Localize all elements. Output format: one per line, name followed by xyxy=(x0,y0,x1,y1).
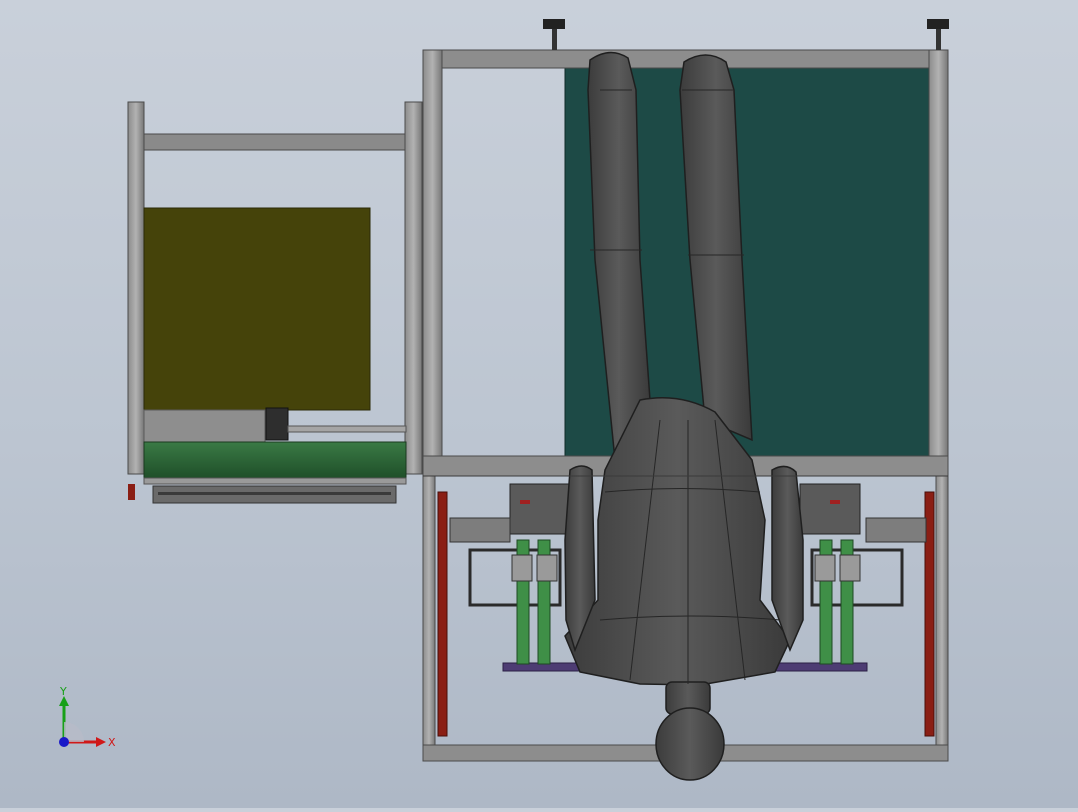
conveyor-unit[interactable] xyxy=(127,101,423,504)
bottom-track-slot xyxy=(158,492,391,495)
red-rail-left xyxy=(437,491,448,737)
frame-lower-right-post xyxy=(935,475,949,762)
top-beam xyxy=(143,133,406,151)
cad-viewport[interactable]: X Y xyxy=(0,0,1078,808)
slide-rail xyxy=(287,425,407,433)
left-actuator-body xyxy=(509,483,571,535)
red-stop xyxy=(128,484,135,500)
frame-lower-left-post xyxy=(422,475,436,762)
top-mount-right xyxy=(927,19,949,50)
axis-triad: X Y xyxy=(59,685,116,749)
x-axis-arrow xyxy=(96,737,106,747)
y-axis-label: Y xyxy=(59,685,67,698)
right-gray-cylinder-2 xyxy=(839,554,861,582)
top-mount-left xyxy=(543,19,565,50)
lower-plate xyxy=(143,409,266,443)
assembly-model[interactable] xyxy=(0,0,1078,808)
right-gray-cylinder xyxy=(814,554,836,582)
right-red-marker xyxy=(830,500,840,504)
z-axis-dot xyxy=(59,737,69,747)
left-post xyxy=(127,101,145,475)
left-gray-cylinder xyxy=(511,554,533,582)
green-conveyor xyxy=(143,441,407,479)
right-post xyxy=(404,101,423,475)
left-gray-cylinder-2 xyxy=(536,554,558,582)
mannequin-head xyxy=(655,707,725,781)
frame-right-post xyxy=(928,49,949,477)
left-red-marker xyxy=(520,500,530,504)
x-axis-label: X xyxy=(108,736,116,749)
base-plate xyxy=(143,477,407,485)
right-actuator-body xyxy=(799,483,861,535)
left-pneumatic-cylinder xyxy=(449,517,511,543)
motor-block xyxy=(265,407,289,441)
frame-left-post xyxy=(422,49,443,477)
right-pneumatic-cylinder xyxy=(865,517,927,543)
olive-panel xyxy=(143,207,371,411)
